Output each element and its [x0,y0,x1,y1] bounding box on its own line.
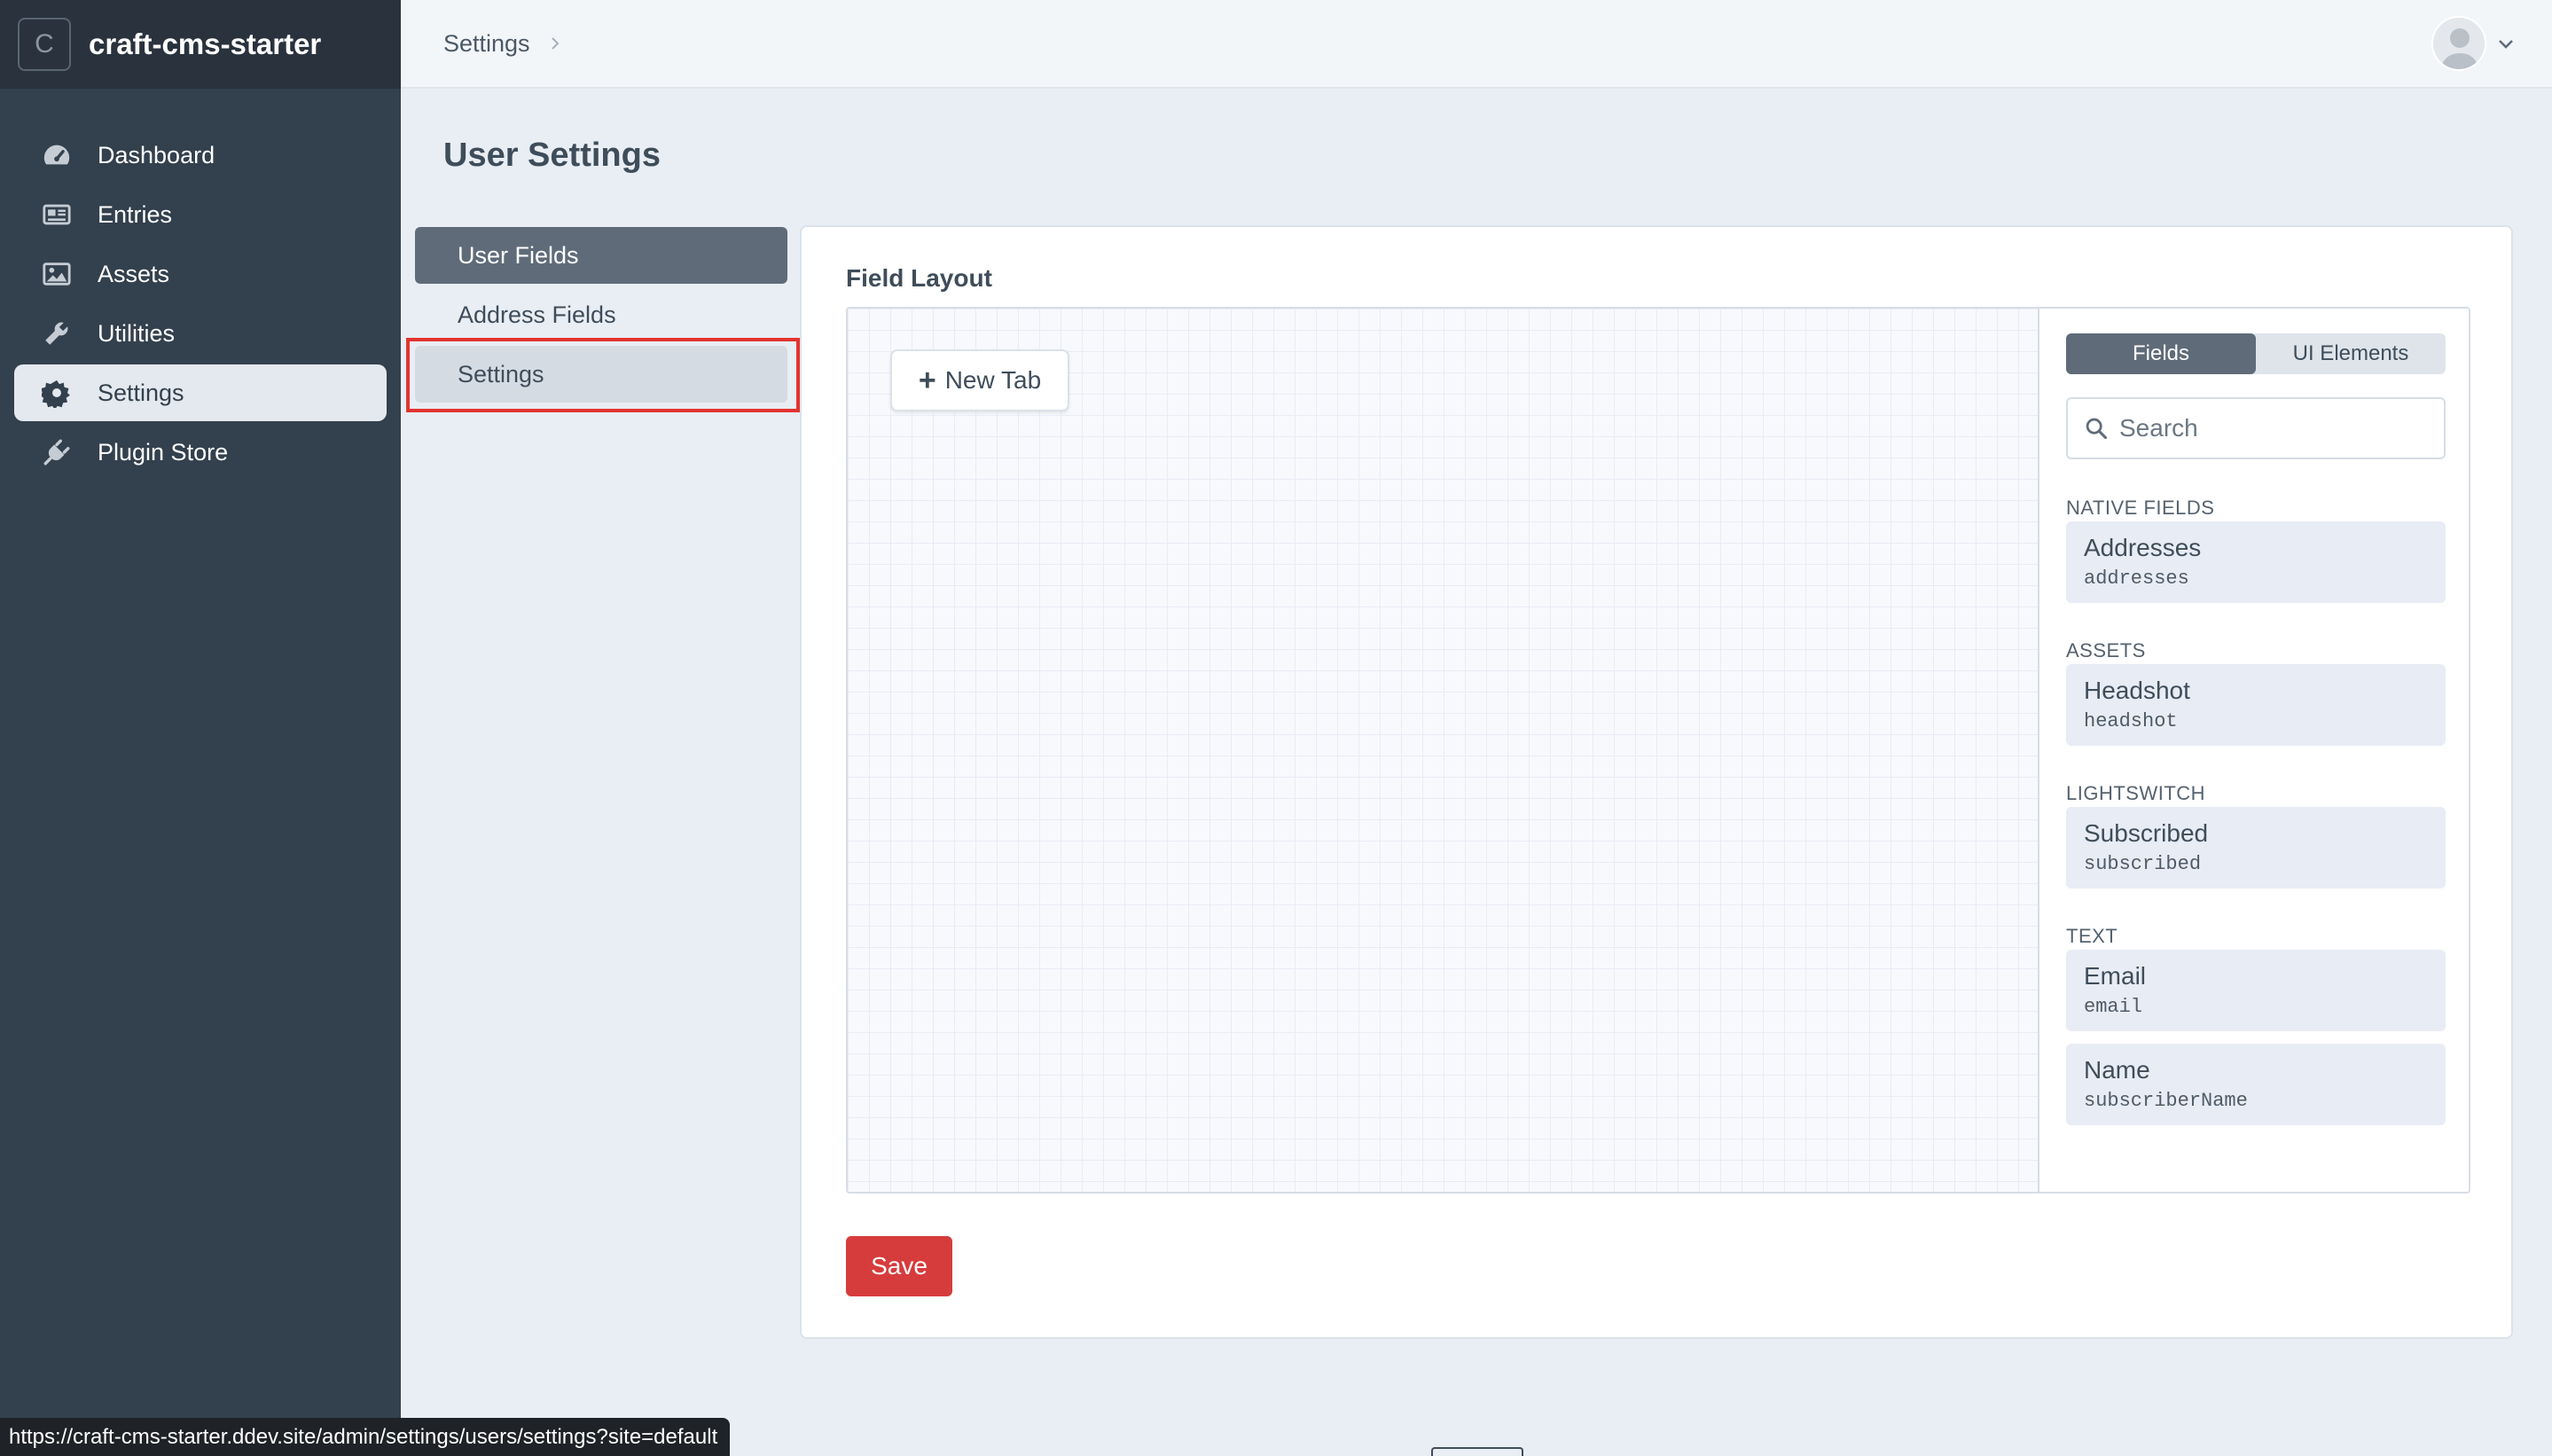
nav-label: Entries [98,200,173,228]
chevron-down-icon[interactable] [2495,33,2517,54]
global-sidebar: C craft-cms-starter Dashboard Entries As… [0,0,401,1456]
top-bar: Settings [401,0,2552,89]
subnav-user-fields[interactable]: User Fields [415,227,787,284]
tab-ui-elements[interactable]: UI Elements [2256,333,2446,374]
field-name: Email [2084,962,2147,990]
field-chip-name[interactable]: Name subscriberName [2066,1044,2446,1125]
nav-item-settings[interactable]: Settings [14,364,387,421]
wrench-icon [41,317,73,349]
status-bar-url: https://craft-cms-starter.ddev.site/admi… [0,1418,731,1456]
nav-item-plugin-store[interactable]: Plugin Store [14,424,387,481]
field-name: Name [2084,1056,2150,1084]
group-label-assets: ASSETS [2066,639,2146,661]
avatar[interactable] [2431,16,2486,71]
nav-item-dashboard[interactable]: Dashboard [14,127,387,184]
nav-item-assets[interactable]: Assets [14,246,387,302]
nav-label: Settings [98,379,184,406]
search-input[interactable] [2119,414,2438,442]
highlight-box [406,338,800,412]
bottom-edge-tab [1431,1447,1523,1456]
field-chip-headshot[interactable]: Headshot headshot [2066,664,2446,746]
search-icon [2086,418,2108,440]
account-menu[interactable] [2431,16,2517,71]
new-tab-label: New Tab [944,366,1042,394]
image-icon [41,258,73,290]
field-chip-addresses[interactable]: Addresses addresses [2066,521,2446,603]
new-tab-button[interactable]: + New Tab [890,349,1069,411]
tab-fields[interactable]: Fields [2066,333,2256,374]
layout-workspace[interactable]: + New Tab [848,309,2039,1192]
field-handle: subscriberName [2084,1090,2248,1112]
gear-icon [41,377,73,409]
nav-label: Assets [98,260,170,287]
plug-icon [41,436,73,468]
nav-label: Dashboard [98,141,215,168]
nav-label: Utilities [98,319,176,347]
chevron-right-icon [551,37,559,50]
main-nav: Dashboard Entries Assets Utilities Setti… [14,127,387,483]
field-chip-email[interactable]: Email email [2066,950,2446,1031]
nav-label: Plugin Store [98,438,229,466]
field-handle: subscribed [2084,853,2202,875]
subnav-address-fields[interactable]: Address Fields [415,286,787,343]
save-button[interactable]: Save [846,1236,952,1296]
page-title: User Settings [443,137,661,174]
group-label-native-fields: NATIVE FIELDS [2066,497,2215,519]
nav-item-utilities[interactable]: Utilities [14,305,387,362]
library-tabs: Fields UI Elements [2066,333,2446,374]
group-label-text: TEXT [2066,925,2118,947]
field-layout-label: Field Layout [846,264,992,292]
plus-icon: + [918,364,936,397]
field-name: Addresses [2084,534,2202,561]
breadcrumb: Settings [443,30,564,58]
content-card: Field Layout + New Tab Fields UI Element… [800,225,2513,1339]
field-layout-designer: + New Tab Fields UI Elements NATIVE FIEL… [846,307,2470,1194]
group-label-lightswitch: LIGHTSWITCH [2066,782,2206,804]
newspaper-icon [41,199,73,231]
field-handle: headshot [2084,710,2178,732]
nav-item-entries[interactable]: Entries [14,186,387,243]
field-library: Fields UI Elements NATIVE FIELDS Address… [2041,309,2469,1192]
field-name: Headshot [2084,677,2190,704]
breadcrumb-settings[interactable]: Settings [443,30,530,58]
search-box[interactable] [2066,397,2446,459]
field-chip-subscribed[interactable]: Subscribed subscribed [2066,807,2446,888]
site-name[interactable]: craft-cms-starter [89,27,321,61]
site-header[interactable]: C craft-cms-starter [0,0,401,89]
field-handle: addresses [2084,568,2189,590]
field-name: Subscribed [2084,819,2209,847]
field-handle: email [2084,996,2143,1018]
gauge-icon [41,139,73,171]
site-logo: C [18,18,71,71]
